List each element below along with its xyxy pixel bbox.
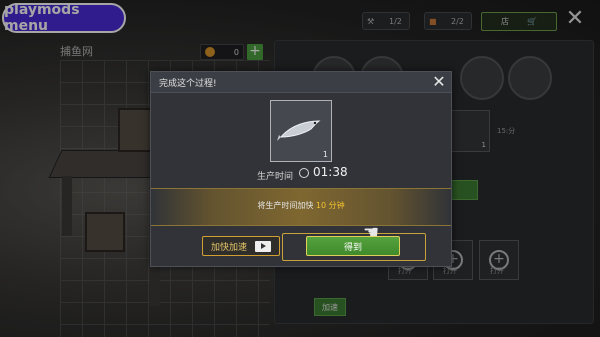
production-time-label: 生产时间 bbox=[257, 172, 294, 182]
speedup-info-prefix: 将生产时间加快 bbox=[257, 201, 314, 210]
speedup-button-label: 加快加速 bbox=[210, 242, 247, 253]
video-icon bbox=[255, 240, 271, 252]
complete-process-dialog: 完成这个过程! ✕ 1 生产时间 01:38 将生产时间加快 10 分钟 加快加… bbox=[150, 71, 452, 267]
speedup-info-amount: 10 分钟 bbox=[315, 201, 345, 210]
production-time-value: 01:38 bbox=[313, 165, 348, 179]
speedup-info-text: 将生产时间加快 10 分钟 bbox=[151, 200, 451, 211]
product-item-slot: 1 bbox=[270, 100, 332, 162]
watch-ad-speedup-button[interactable]: 加快加速 bbox=[202, 236, 280, 256]
hand-pointer-icon: ☚ bbox=[363, 222, 380, 243]
product-qty: 1 bbox=[322, 150, 328, 159]
fish-icon bbox=[277, 120, 321, 141]
dialog-title: 完成这个过程! bbox=[159, 79, 217, 89]
get-button[interactable]: 得到 bbox=[306, 236, 400, 256]
clock-icon bbox=[299, 168, 309, 178]
dialog-close-icon[interactable]: ✕ bbox=[430, 73, 448, 91]
